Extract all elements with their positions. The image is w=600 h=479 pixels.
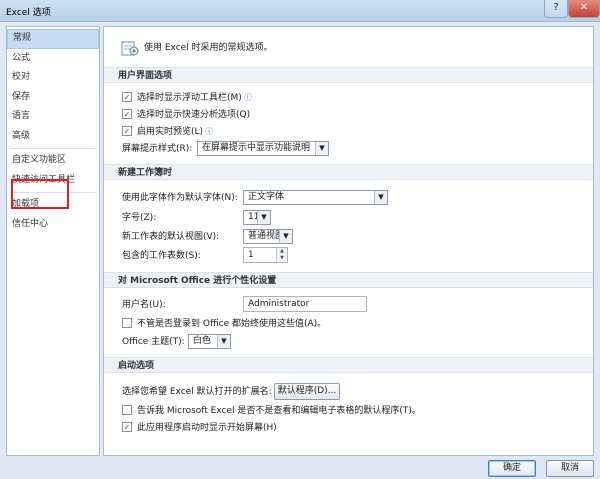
sidebar-divider xyxy=(10,148,96,149)
quick-analysis-option[interactable]: ✓ 选择时显示快速分析选项(Q) xyxy=(122,107,250,123)
sidebar-item-addins[interactable]: 加载项 xyxy=(7,195,99,215)
sidebar-item-language[interactable]: 语言 xyxy=(7,107,99,127)
dropdown-arrow-icon: ▼ xyxy=(315,142,328,155)
default-view-label: 新工作表的默认视图(V): xyxy=(122,232,220,242)
font-size-dropdown[interactable]: 11 ▼ xyxy=(243,210,271,225)
intro-text: 使用 Excel 时采用的常规选项。 xyxy=(144,43,273,53)
tooltip-style-label: 屏幕提示样式(R): xyxy=(122,144,193,154)
intro-line: 使用 Excel 时采用的常规选项。 xyxy=(120,37,273,59)
section-personalize: 对 Microsoft Office 进行个性化设置 xyxy=(104,272,593,288)
default-font-dropdown[interactable]: 正文字体 ▼ xyxy=(243,190,388,205)
show-start-screen-label: 此应用程序启动时显示开始屏幕(H) xyxy=(137,423,277,433)
office-theme-label: Office 主题(T): xyxy=(122,337,185,347)
office-theme-value: 白色 xyxy=(193,336,212,346)
sidebar-item-trust-center[interactable]: 信任中心 xyxy=(7,215,99,235)
live-preview-option[interactable]: ✓ 启用实时预览(L) ⓘ xyxy=(122,124,213,140)
default-programs-button[interactable]: 默认程序(D)... xyxy=(274,383,340,400)
tell-me-label: 告诉我 Microsoft Excel 是否不是查看和编辑电子表格的默认程序(T… xyxy=(137,406,421,416)
show-start-screen-option[interactable]: ✓ 此应用程序启动时显示开始屏幕(H) xyxy=(122,420,277,436)
sidebar-divider xyxy=(10,192,96,193)
general-options-icon xyxy=(121,41,139,56)
mini-toolbar-option[interactable]: ✓ 选择时显示浮动工具栏(M) ⓘ xyxy=(122,90,252,106)
mini-toolbar-label: 选择时显示浮动工具栏(M) xyxy=(137,93,242,103)
tell-me-checkbox[interactable] xyxy=(122,404,132,415)
sheet-count-value: 1 xyxy=(248,250,254,260)
sidebar-item-customize-ribbon[interactable]: 自定义功能区 xyxy=(7,151,99,171)
mini-toolbar-checkbox[interactable]: ✓ xyxy=(122,91,132,102)
quick-analysis-label: 选择时显示快速分析选项(Q) xyxy=(137,110,251,120)
sheet-count-stepper[interactable]: 1 ▲ ▼ xyxy=(243,247,288,263)
ok-button[interactable]: 确定 xyxy=(488,460,536,477)
main-panel: 使用 Excel 时采用的常规选项。 用户界面选项 ✓ 选择时显示浮动工具栏(M)… xyxy=(103,26,594,456)
tooltip-style-dropdown[interactable]: 在屏幕提示中显示功能说明 ▼ xyxy=(197,141,329,156)
font-size-label: 字号(Z): xyxy=(122,213,157,223)
username-field[interactable]: Administrator xyxy=(243,296,367,312)
default-view-dropdown[interactable]: 普通视图 ▼ xyxy=(243,229,293,244)
office-theme-dropdown[interactable]: 白色 ▼ xyxy=(188,334,231,349)
extensions-label: 选择您希望 Excel 默认打开的扩展名: xyxy=(122,387,272,397)
section-new-workbook: 新建工作簿时 xyxy=(104,164,593,180)
info-icon[interactable]: ⓘ xyxy=(205,127,213,136)
dropdown-arrow-icon: ▼ xyxy=(257,211,270,224)
sidebar-item-quick-access-toolbar[interactable]: 快速访问工具栏 xyxy=(7,171,99,191)
section-startup: 启动选项 xyxy=(104,357,593,373)
always-use-checkbox[interactable] xyxy=(122,317,132,328)
stepper-arrows-icon[interactable]: ▲ ▼ xyxy=(276,248,287,262)
live-preview-label: 启用实时预览(L) xyxy=(137,127,204,137)
sidebar: 常规 公式 校对 保存 语言 高级 自定义功能区 快速访问工具栏 加载项 信任中… xyxy=(6,26,100,456)
window-title: Excel 选项 xyxy=(6,8,51,18)
close-button[interactable]: ✕ xyxy=(568,0,600,18)
info-icon[interactable]: ⓘ xyxy=(244,93,252,102)
username-label: 用户名(U): xyxy=(122,300,166,310)
sheet-count-label: 包含的工作表数(S): xyxy=(122,251,201,261)
always-use-label: 不管是否登录到 Office 都始终使用这些值(A)。 xyxy=(137,319,327,329)
sidebar-item-advanced[interactable]: 高级 xyxy=(7,127,99,147)
default-font-label: 使用此字体作为默认字体(N): xyxy=(122,193,238,203)
sidebar-item-proofing[interactable]: 校对 xyxy=(7,68,99,88)
cancel-button[interactable]: 取消 xyxy=(546,460,594,477)
title-bar: Excel 选项 ? ✕ xyxy=(0,0,600,22)
tooltip-style-value: 在屏幕提示中显示功能说明 xyxy=(202,143,311,153)
live-preview-checkbox[interactable]: ✓ xyxy=(122,125,132,136)
show-start-screen-checkbox[interactable]: ✓ xyxy=(122,421,132,432)
help-button[interactable]: ? xyxy=(544,0,568,18)
sidebar-item-general[interactable]: 常规 xyxy=(7,29,99,49)
sidebar-item-formulas[interactable]: 公式 xyxy=(7,49,99,69)
dropdown-arrow-icon: ▼ xyxy=(374,191,387,204)
section-ui-options: 用户界面选项 xyxy=(104,67,593,83)
tell-me-option[interactable]: 告诉我 Microsoft Excel 是否不是查看和编辑电子表格的默认程序(T… xyxy=(122,403,421,419)
always-use-option[interactable]: 不管是否登录到 Office 都始终使用这些值(A)。 xyxy=(122,316,326,332)
sidebar-item-save[interactable]: 保存 xyxy=(7,88,99,108)
dropdown-arrow-icon: ▼ xyxy=(279,230,292,243)
default-font-value: 正文字体 xyxy=(248,192,285,202)
quick-analysis-checkbox[interactable]: ✓ xyxy=(122,108,132,119)
dropdown-arrow-icon: ▼ xyxy=(217,335,230,348)
